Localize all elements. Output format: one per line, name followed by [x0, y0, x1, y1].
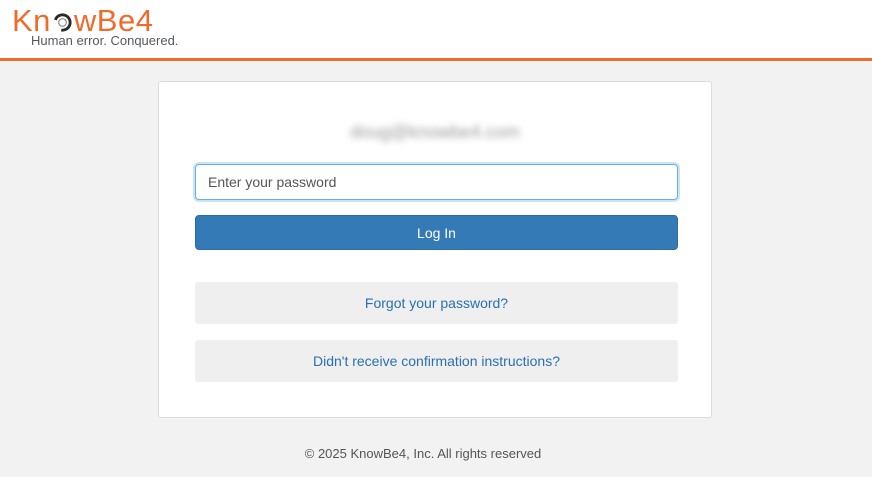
- password-input[interactable]: [195, 164, 678, 200]
- footer-copyright: © 2025 KnowBe4, Inc. All rights reserved: [304, 446, 542, 461]
- logo-tagline: Human error. Conquered.: [31, 33, 179, 48]
- knowbe4-logo[interactable]: Kn wBe4 Human error. Conquered.: [12, 4, 192, 50]
- account-email: doug@knowbe4.com: [350, 122, 520, 142]
- header-bar: Kn wBe4 Human error. Conquered.: [0, 0, 872, 61]
- confirmation-instructions-link[interactable]: Didn't receive confirmation instructions…: [195, 340, 678, 382]
- forgot-password-link[interactable]: Forgot your password?: [195, 282, 678, 324]
- log-in-button[interactable]: Log In: [195, 215, 678, 250]
- logo-dial-icon: [53, 13, 72, 32]
- login-card: doug@knowbe4.com Log In Forgot your pass…: [158, 81, 712, 418]
